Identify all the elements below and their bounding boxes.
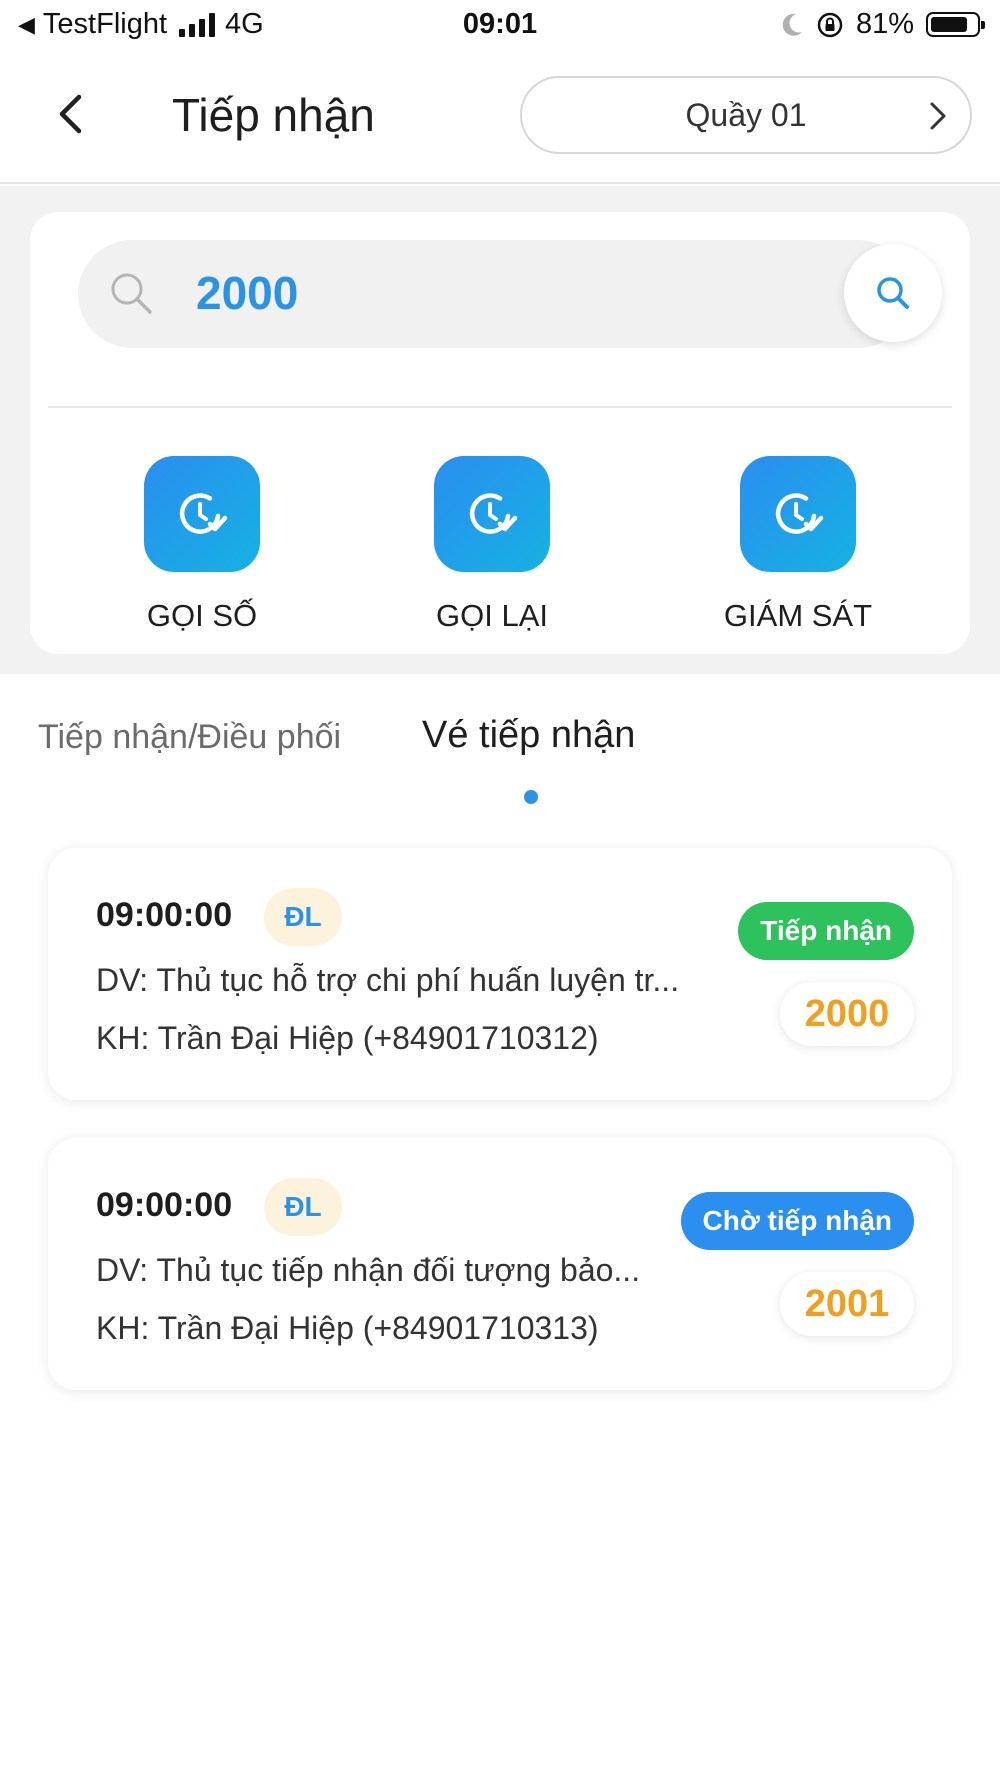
ticket-number: 2000 (804, 992, 890, 1035)
status-right: 81% (780, 8, 985, 41)
top-section: 2000 GỌI SỐ GỌI LẠI GIÁM SÁT (0, 186, 1000, 674)
action-label: GỌI SỐ (146, 598, 258, 633)
ticket-number-badge: 2000 (780, 982, 914, 1046)
clock-check-icon (144, 456, 260, 572)
ticket-service: DV: Thủ tục tiếp nhận đối tượng bảo... (96, 1252, 641, 1288)
chevron-right-icon (930, 102, 946, 130)
rotation-lock-icon (817, 12, 843, 37)
ticket-service: DV: Thủ tục hỗ trợ chi phí huấn luyện tr… (96, 962, 680, 998)
tab-received-tickets[interactable]: Vé tiếp nhận (422, 714, 635, 757)
search-card: 2000 GỌI SỐ GỌI LẠI GIÁM SÁT (30, 212, 970, 654)
battery-level (931, 17, 967, 32)
ticket-time: 09:00:00 (96, 896, 233, 934)
search-input[interactable]: 2000 (196, 266, 298, 320)
search-bar[interactable]: 2000 (78, 240, 942, 348)
search-icon (877, 277, 909, 309)
search-icon (111, 273, 152, 314)
battery-icon (926, 12, 985, 37)
counter-label: Quầy 01 (685, 96, 807, 133)
monitor-button[interactable]: GIÁM SÁT (688, 456, 908, 634)
ticket-time: 09:00:00 (96, 1186, 233, 1224)
tab-dispatch[interactable]: Tiếp nhận/Điều phối (38, 718, 341, 757)
back-button[interactable] (42, 86, 98, 142)
chevron-left-icon (59, 94, 82, 134)
recall-button[interactable]: GỌI LẠI (382, 456, 602, 634)
action-label: GỌI LẠI (436, 598, 548, 633)
divider (48, 406, 952, 408)
clock-check-icon (434, 456, 550, 572)
ticket-card[interactable]: 09:00:00 ĐL DV: Thủ tục hỗ trợ chi phí h… (48, 848, 952, 1100)
active-tab-indicator (524, 790, 538, 804)
ticket-tag: ĐL (264, 888, 342, 946)
nav-bar: Tiếp nhận Quầy 01 (0, 52, 1000, 184)
ticket-card[interactable]: 09:00:00 ĐL DV: Thủ tục tiếp nhận đối tư… (48, 1138, 952, 1390)
ticket-tag: ĐL (264, 1178, 342, 1236)
ticket-customer: KH: Trần Đại Hiệp (+84901710312) (96, 1020, 599, 1056)
call-number-button[interactable]: GỌI SỐ (92, 456, 312, 634)
ticket-customer: KH: Trần Đại Hiệp (+84901710313) (96, 1310, 599, 1346)
counter-select[interactable]: Quầy 01 (520, 76, 972, 154)
ticket-number-badge: 2001 (780, 1272, 914, 1336)
page-title: Tiếp nhận (172, 89, 375, 141)
battery-percent: 81% (855, 8, 914, 40)
status-badge: Tiếp nhận (738, 902, 914, 960)
ticket-number: 2001 (804, 1282, 890, 1325)
moon-icon (782, 13, 802, 36)
action-label: GIÁM SÁT (723, 598, 873, 633)
search-button[interactable] (844, 244, 942, 342)
status-badge: Chờ tiếp nhận (680, 1192, 914, 1250)
clock-check-icon (740, 456, 856, 572)
status-bar: ◀ TestFlight 4G 09:01 81% (0, 0, 1000, 52)
